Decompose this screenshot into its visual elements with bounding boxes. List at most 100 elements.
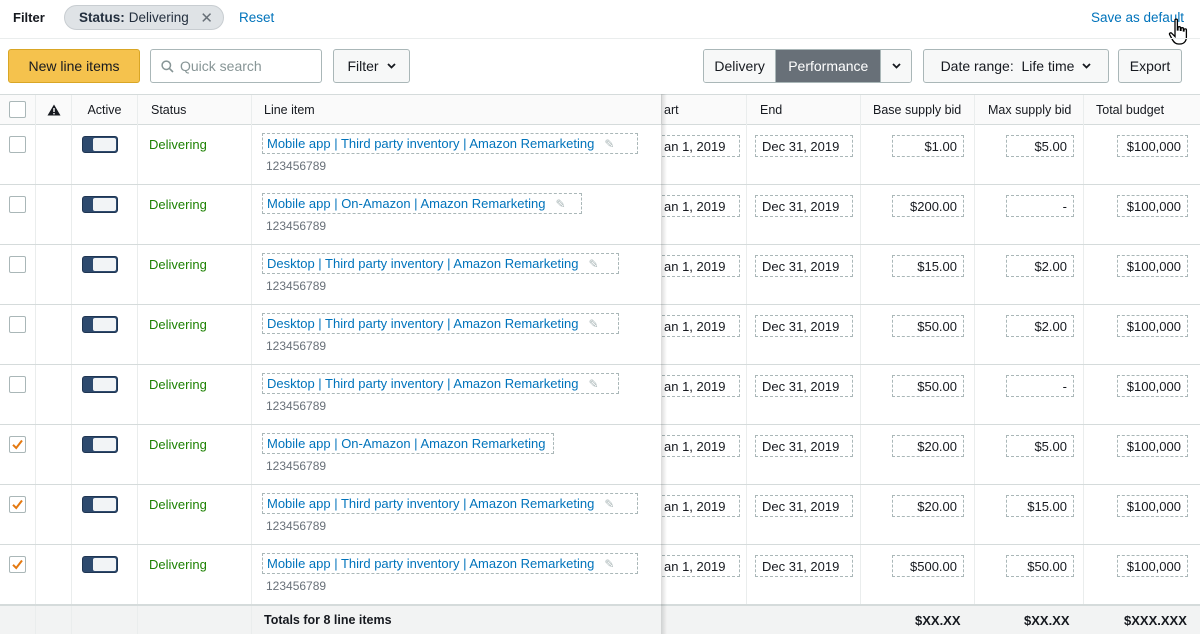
start-date-field[interactable]: an 1, 2019 [662,375,740,397]
max-bid-field[interactable]: $15.00 [1006,495,1074,517]
quick-search-input[interactable]: Quick search [150,49,322,83]
end-date-field[interactable]: Dec 31, 2019 [755,435,853,457]
row-checkbox[interactable] [9,436,26,453]
base-bid-field[interactable]: $20.00 [892,435,964,457]
active-toggle[interactable] [82,256,118,273]
view-more-button[interactable] [880,50,911,82]
pencil-icon[interactable]: ✎ [604,137,614,151]
active-toggle[interactable] [82,436,118,453]
row-checkbox[interactable] [9,376,26,393]
start-date-field[interactable]: an 1, 2019 [662,195,740,217]
table-row[interactable]: Delivering Mobile app | Third party inven… [0,125,1200,185]
export-button[interactable]: Export [1118,49,1182,83]
base-bid-field[interactable]: $50.00 [892,315,964,337]
row-checkbox[interactable] [9,196,26,213]
header-status[interactable]: Status [138,95,252,125]
max-bid-field[interactable]: $5.00 [1006,135,1074,157]
header-line-item[interactable]: Line item [252,95,662,125]
line-item-link[interactable]: Mobile app | Third party inventory | Ama… [262,133,638,154]
total-budget-field[interactable]: $100,000 [1117,315,1188,337]
active-toggle[interactable] [82,196,118,213]
row-checkbox[interactable] [9,496,26,513]
status-filter-chip[interactable]: Status: Delivering ✕ [64,5,224,30]
line-item-link[interactable]: Desktop | Third party inventory | Amazon… [262,313,619,334]
header-active[interactable]: Active [72,95,138,125]
table-row[interactable]: Delivering Mobile app | Third party inven… [0,545,1200,605]
line-item-link[interactable]: Mobile app | On-Amazon | Amazon Remarket… [262,433,554,454]
close-icon[interactable]: ✕ [200,9,213,27]
header-max-supply-bid[interactable]: Max supply bid [975,95,1084,125]
end-date-field[interactable]: Dec 31, 2019 [755,195,853,217]
row-checkbox[interactable] [9,556,26,573]
header-end[interactable]: End [747,95,861,125]
start-date-field[interactable]: an 1, 2019 [662,315,740,337]
line-item-link[interactable]: Mobile app | Third party inventory | Ama… [262,493,638,514]
active-toggle[interactable] [82,136,118,153]
select-all-checkbox[interactable] [9,101,26,118]
reset-link[interactable]: Reset [239,10,274,25]
end-date-field[interactable]: Dec 31, 2019 [755,555,853,577]
view-performance-button[interactable]: Performance [776,50,881,82]
base-bid-field[interactable]: $500.00 [892,555,964,577]
end-date-field[interactable]: Dec 31, 2019 [755,255,853,277]
max-bid-field[interactable]: $2.00 [1006,255,1074,277]
base-bid-field[interactable]: $200.00 [892,195,964,217]
table-row[interactable]: Delivering Desktop | Third party inventor… [0,365,1200,425]
date-range-dropdown[interactable]: Date range: Life time [923,49,1109,83]
end-date-field[interactable]: Dec 31, 2019 [755,495,853,517]
end-date-field[interactable]: Dec 31, 2019 [755,135,853,157]
total-budget-field[interactable]: $100,000 [1117,435,1188,457]
row-checkbox[interactable] [9,316,26,333]
header-total-budget[interactable]: Total budget [1084,95,1200,125]
start-date-field[interactable]: an 1, 2019 [662,435,740,457]
table-row[interactable]: Delivering Mobile app | Third party inven… [0,485,1200,545]
total-budget-field[interactable]: $100,000 [1117,135,1188,157]
row-checkbox[interactable] [9,256,26,273]
max-bid-field[interactable]: $2.00 [1006,315,1074,337]
total-budget-field[interactable]: $100,000 [1117,555,1188,577]
pencil-icon[interactable]: ✎ [555,197,565,211]
row-checkbox[interactable] [9,136,26,153]
table-row[interactable]: Delivering Desktop | Third party inventor… [0,245,1200,305]
pencil-icon[interactable]: ✎ [604,497,614,511]
line-item-link[interactable]: Desktop | Third party inventory | Amazon… [262,373,619,394]
base-bid-field[interactable]: $1.00 [892,135,964,157]
pencil-icon[interactable]: ✎ [604,557,614,571]
table-row[interactable]: Delivering Desktop | Third party inventor… [0,305,1200,365]
total-budget-field[interactable]: $100,000 [1117,375,1188,397]
end-date-field[interactable]: Dec 31, 2019 [755,375,853,397]
start-date-field[interactable]: an 1, 2019 [662,555,740,577]
base-bid-field[interactable]: $20.00 [892,495,964,517]
pencil-icon[interactable]: ✎ [588,317,598,331]
max-bid-field[interactable]: $50.00 [1006,555,1074,577]
cell-alert [36,125,72,184]
header-base-supply-bid[interactable]: Base supply bid [861,95,975,125]
filter-dropdown-button[interactable]: Filter [333,49,410,83]
pencil-icon[interactable]: ✎ [588,257,598,271]
active-toggle[interactable] [82,556,118,573]
active-toggle[interactable] [82,376,118,393]
table-row[interactable]: Delivering Mobile app | On-Amazon | Amazo… [0,425,1200,485]
line-item-link[interactable]: Mobile app | Third party inventory | Ama… [262,553,638,574]
pencil-icon[interactable]: ✎ [588,377,598,391]
active-toggle[interactable] [82,496,118,513]
max-bid-field[interactable]: - [1006,375,1074,397]
total-budget-field[interactable]: $100,000 [1117,495,1188,517]
table-row[interactable]: Delivering Mobile app | On-Amazon | Amazo… [0,185,1200,245]
base-bid-field[interactable]: $50.00 [892,375,964,397]
new-line-items-button[interactable]: New line items [8,49,140,83]
active-toggle[interactable] [82,316,118,333]
start-date-field[interactable]: an 1, 2019 [662,255,740,277]
base-bid-field[interactable]: $15.00 [892,255,964,277]
view-delivery-button[interactable]: Delivery [704,50,777,82]
max-bid-field[interactable]: $5.00 [1006,435,1074,457]
line-item-link[interactable]: Mobile app | On-Amazon | Amazon Remarket… [262,193,582,214]
total-budget-field[interactable]: $100,000 [1117,255,1188,277]
start-date-field[interactable]: an 1, 2019 [662,495,740,517]
total-budget-field[interactable]: $100,000 [1117,195,1188,217]
end-date-field[interactable]: Dec 31, 2019 [755,315,853,337]
max-bid-field[interactable]: - [1006,195,1074,217]
start-date-field[interactable]: an 1, 2019 [662,135,740,157]
line-item-link[interactable]: Desktop | Third party inventory | Amazon… [262,253,619,274]
header-start[interactable]: art [662,95,747,125]
